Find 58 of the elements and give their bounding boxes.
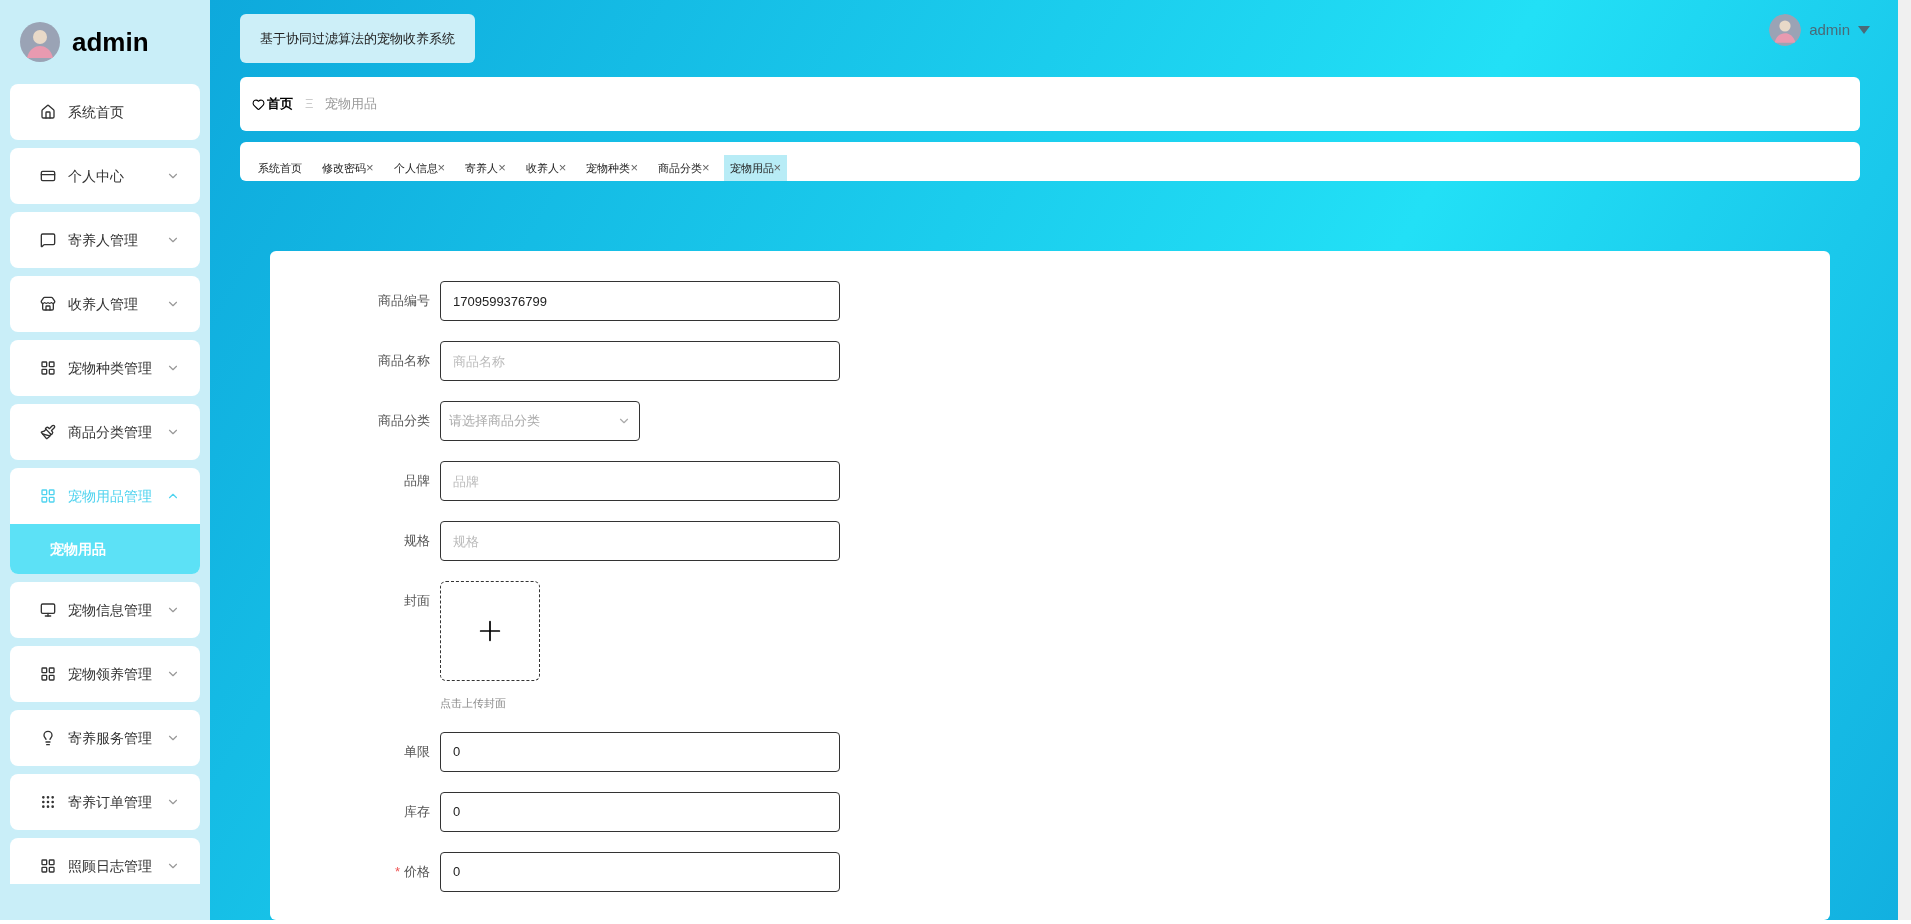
input-field[interactable]: 0	[440, 731, 840, 772]
tab[interactable]: 宠物用品×	[723, 155, 788, 181]
sidebar-item[interactable]: 商品分类管理	[10, 404, 200, 460]
sidebar-item[interactable]: 寄养服务管理	[10, 710, 200, 766]
input-field[interactable]: 规格	[440, 521, 840, 561]
input-field[interactable]: 1709599376799	[440, 281, 840, 321]
brush-icon	[40, 424, 56, 440]
tab[interactable]: 商品分类×	[651, 155, 716, 181]
avatar	[1769, 14, 1802, 46]
upload-box[interactable]	[440, 581, 540, 681]
field-label: 单限	[404, 742, 430, 761]
breadcrumb-home[interactable]: 首页	[267, 94, 293, 114]
sidebar-item[interactable]: 系统首页	[10, 84, 200, 140]
sidebar-item[interactable]: 宠物种类管理	[10, 340, 200, 396]
caret-icon	[1858, 26, 1870, 34]
field-label: 封面	[404, 592, 430, 610]
store-icon	[40, 296, 56, 312]
tab[interactable]: 宠物种类×	[580, 155, 644, 181]
grid-icon	[40, 488, 56, 504]
monitor-icon	[40, 602, 56, 618]
brand-name: admin	[72, 25, 149, 59]
card-icon	[40, 168, 56, 184]
sidebar-item[interactable]: 照顾日志管理	[10, 838, 200, 884]
field-label: 品牌	[404, 472, 430, 490]
sidebar-item[interactable]: 宠物领养管理	[10, 646, 200, 702]
tab[interactable]: 系统首页	[252, 155, 308, 181]
house-icon	[40, 104, 56, 120]
field-label: 商品编号	[378, 292, 430, 310]
field-label: 商品分类	[378, 412, 430, 430]
grid-icon	[40, 666, 56, 682]
bulb-icon	[40, 730, 56, 746]
upload-hint: 点击上传封面	[440, 696, 507, 711]
sidebar-item[interactable]: 个人中心	[10, 148, 200, 204]
apps-icon	[40, 794, 56, 810]
field-label: 规格	[404, 532, 430, 550]
input-field[interactable]: 商品名称	[440, 341, 840, 381]
tab[interactable]: 修改密码×	[316, 155, 380, 181]
grid-icon	[40, 858, 56, 874]
sidebar-item[interactable]: 收养人管理	[10, 276, 200, 332]
chat-icon	[40, 232, 56, 248]
tab[interactable]: 寄养人×	[459, 155, 512, 181]
sidebar-item[interactable]: 寄养订单管理	[10, 774, 200, 830]
input-field[interactable]: 0	[440, 791, 840, 832]
sidebar-item[interactable]: 寄养人管理	[10, 212, 200, 268]
tab[interactable]: 收养人×	[519, 155, 573, 181]
tab[interactable]: 个人信息×	[387, 155, 452, 181]
avatar	[20, 22, 60, 62]
system-title: 基于协同过滤算法的宠物收养系统	[240, 14, 475, 63]
breadcrumb-current: 宠物用品	[325, 95, 378, 114]
input-field[interactable]: 0	[440, 851, 840, 892]
field-label: 库存	[404, 802, 430, 821]
grid-icon	[40, 360, 56, 376]
field-label: 商品名称	[378, 352, 430, 370]
input-field[interactable]: 品牌	[440, 461, 840, 501]
scrollbar[interactable]	[1898, 0, 1911, 920]
field-label: * 价格	[394, 862, 430, 881]
sidebar-item[interactable]: 宠物信息管理	[10, 582, 200, 638]
heart-icon	[252, 97, 265, 111]
